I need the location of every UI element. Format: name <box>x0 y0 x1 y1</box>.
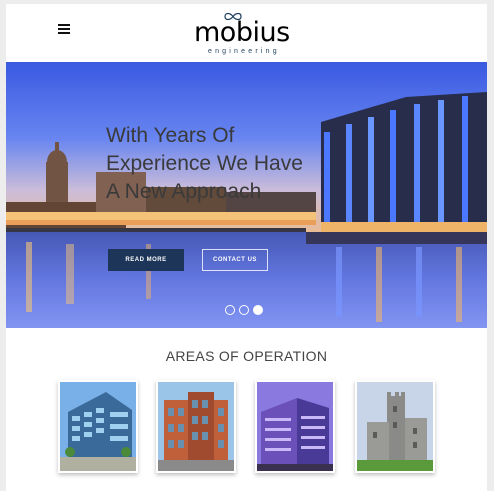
contact-us-button[interactable]: CONTACT US <box>202 249 268 271</box>
logo-wordmark: mobius <box>194 17 290 48</box>
site-header: mobius engineering <box>6 4 487 62</box>
section-title: AREAS OF OPERATION <box>165 348 328 364</box>
slide-dot-1[interactable] <box>225 305 235 315</box>
read-more-button[interactable]: READ MORE <box>108 249 184 271</box>
purple-modern-building-image <box>257 382 333 471</box>
hero-slider: With Years Of Experience We Have A New A… <box>6 62 487 328</box>
slide-dot-2[interactable] <box>239 305 249 315</box>
stone-castle-image <box>357 382 433 471</box>
hamburger-icon[interactable] <box>58 24 70 36</box>
brick-apartment-building-image <box>158 382 234 471</box>
glass-office-building-image <box>60 382 136 471</box>
hero-title: With Years Of Experience We Have A New A… <box>106 124 303 203</box>
card-glass-office[interactable] <box>58 380 138 473</box>
logo-tagline: engineering <box>208 48 280 55</box>
card-castle[interactable] <box>355 380 435 473</box>
slide-dot-3[interactable] <box>253 305 263 315</box>
page-frame: mobius engineering With Years Of Experie… <box>6 4 487 491</box>
site-logo[interactable]: mobius engineering <box>194 12 304 58</box>
card-purple-building[interactable] <box>255 380 335 473</box>
card-brick-building[interactable] <box>156 380 236 473</box>
